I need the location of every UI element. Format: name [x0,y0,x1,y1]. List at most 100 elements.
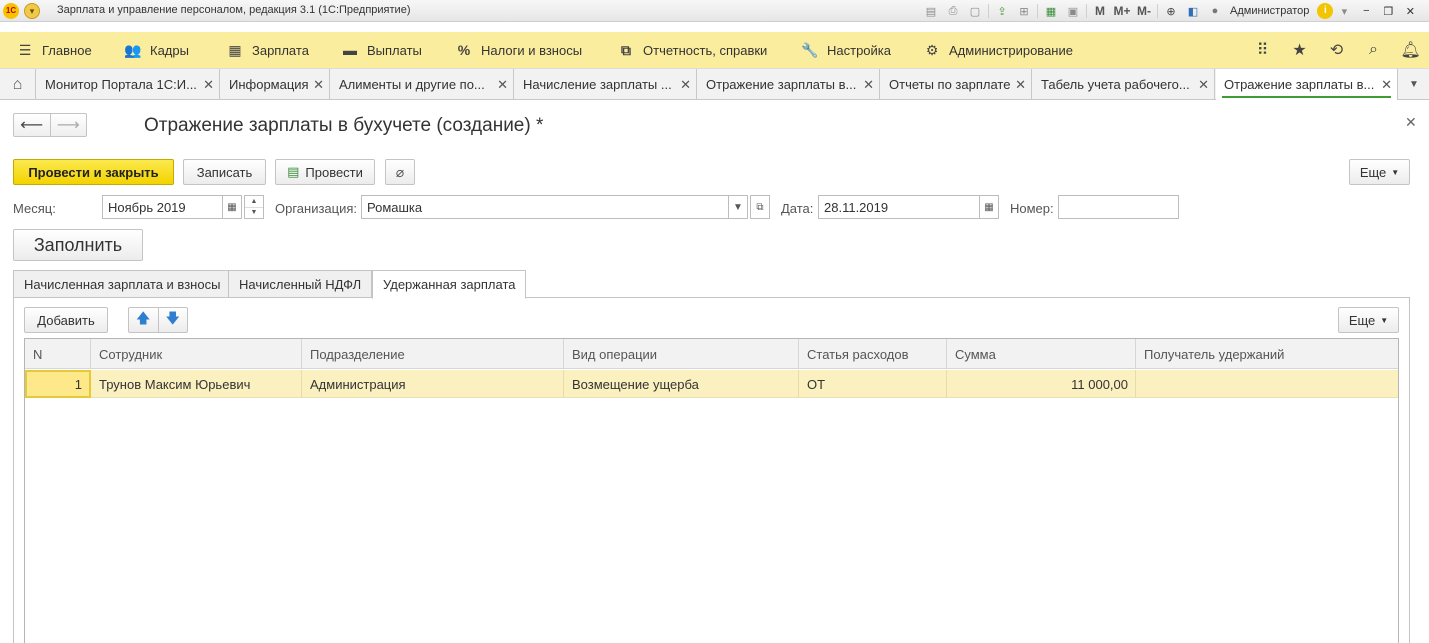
tab-accrued-ndfl[interactable]: Начисленный НДФЛ [228,270,373,298]
open-tab[interactable]: Информация ✕ [221,69,330,100]
table-more-button[interactable]: Еще ▼ [1338,307,1399,333]
menu-icon: ☰ [18,41,32,58]
open-tab[interactable]: Алименты и другие по... ✕ [331,69,514,100]
history-icon[interactable]: ⟲ [1318,40,1355,60]
open-tab[interactable]: Табель учета рабочего... ✕ [1033,69,1215,100]
cell-employee[interactable]: Трунов Максим Юрьевич [91,370,302,398]
cell-recipient[interactable] [1136,370,1398,398]
link-icon[interactable]: ⊞ [1013,2,1035,20]
save-icon[interactable]: ▤ [920,2,942,20]
open-tab[interactable]: Отчеты по зарплате ✕ [881,69,1032,100]
fill-button[interactable]: Заполнить [13,229,143,261]
section-payments[interactable]: ▬ Выплаты [341,32,422,68]
spin-up-icon[interactable]: ▲ [245,196,263,207]
save-button[interactable]: Записать [183,159,266,185]
section-settings[interactable]: 🔧 Настройка [801,32,891,68]
cell-department[interactable]: Администрация [302,370,564,398]
current-user[interactable]: Администратор [1230,5,1309,17]
section-label: Настройка [827,42,891,58]
column-header-amount[interactable]: Сумма [947,339,1136,369]
page-title: Отражение зарплаты в бухучете (создание)… [144,115,544,136]
table-row[interactable]: 1 Трунов Максим Юрьевич Администрация Во… [25,370,1398,398]
close-icon[interactable]: ✕ [680,77,691,93]
section-reports[interactable]: ⧉ Отчетность, справки [617,32,767,68]
move-down-icon[interactable]: 🡇 [157,308,188,332]
number-field[interactable] [1058,195,1179,219]
notifications-bell-icon[interactable]: 🔔︎ [1392,40,1429,60]
section-label: Администрирование [949,42,1073,58]
organization-field[interactable]: Ромашка [361,195,729,219]
calendar-icon[interactable]: ▦ [979,195,999,219]
search-icon[interactable]: ⌕ [1355,41,1392,59]
add-button[interactable]: Добавить [24,307,108,333]
info-icon[interactable]: i [1317,3,1334,19]
section-admin[interactable]: ⚙ Администрирование [923,32,1073,68]
main-menu-icon[interactable]: ▾ [24,3,40,19]
divider [1086,4,1087,18]
favorites-star-icon[interactable]: ★ [1281,40,1318,60]
close-icon[interactable]: ✕ [497,77,508,93]
chevron-down-icon[interactable]: ▾ [1333,2,1355,20]
move-up-icon[interactable]: 🡅 [129,308,158,332]
attachment-button[interactable]: ⌀ [385,159,415,185]
column-header-operation[interactable]: Вид операции [564,339,799,369]
close-icon[interactable]: ✕ [203,77,214,93]
form-close-icon[interactable]: ✕ [1405,114,1417,131]
open-item-icon[interactable]: ⧉ [750,195,770,219]
cell-amount[interactable]: 11 000,00 [947,370,1136,398]
column-header-expense[interactable]: Статья расходов [799,339,947,369]
post-and-close-button[interactable]: Провести и закрыть [13,159,174,185]
cell-n[interactable]: 1 [25,370,91,398]
section-salary[interactable]: ▦ Зарплата [226,32,309,68]
calendar-icon[interactable]: ▦ [222,195,242,219]
print-icon[interactable]: ⎙ [942,2,964,20]
panels-icon[interactable]: ◧ [1182,2,1204,20]
back-arrow-icon[interactable]: ⟵ [14,114,50,136]
open-tab[interactable]: Отражение зарплаты в... ✕ [698,69,880,100]
chevron-down-icon: ▼ [1391,167,1400,177]
close-icon[interactable]: ✕ [1015,77,1026,93]
close-icon[interactable]: ✕ [863,77,874,93]
apps-grid-icon[interactable]: ⠿ [1244,40,1281,60]
spin-down-icon[interactable]: ▼ [245,206,263,219]
more-button[interactable]: Еще ▼ [1349,159,1410,185]
close-icon[interactable]: ✕ [1399,2,1421,20]
memory-m-button[interactable]: M [1089,2,1111,20]
tab-withheld-salary[interactable]: Удержанная зарплата [372,270,527,299]
preview-icon[interactable]: ▢ [964,2,986,20]
memory-mplus-button[interactable]: M+ [1111,2,1133,20]
column-header-n[interactable]: N [25,339,91,369]
tab-accrued-salary[interactable]: Начисленная зарплата и взносы [13,270,232,298]
forward-arrow-icon[interactable]: ⟶ [49,114,87,136]
post-button[interactable]: ▤ Провести [275,159,375,185]
upload-icon[interactable]: ⇪ [991,2,1013,20]
open-tab[interactable]: Монитор Портала 1С:И... ✕ [37,69,220,100]
section-main[interactable]: ☰ Главное [16,32,92,68]
cell-expense[interactable]: ОТ [799,370,947,398]
home-icon[interactable]: ⌂ [0,69,36,100]
dropdown-arrow-icon[interactable]: ▼ [728,195,748,219]
column-header-recipient[interactable]: Получатель удержаний [1136,339,1398,369]
minimize-icon[interactable]: − [1355,2,1377,20]
close-icon[interactable]: ✕ [313,77,324,93]
close-icon[interactable]: ✕ [1381,77,1392,93]
tabs-dropdown-icon[interactable]: ▼ [1399,69,1429,100]
open-tab-label: Табель учета рабочего... [1041,77,1190,92]
restore-icon[interactable]: ❐ [1377,2,1399,20]
memory-mminus-button[interactable]: M- [1133,2,1155,20]
month-spinner[interactable]: ▲ ▼ [244,195,264,219]
column-header-department[interactable]: Подразделение [302,339,564,369]
close-icon[interactable]: ✕ [1198,77,1209,93]
column-header-employee[interactable]: Сотрудник [91,339,302,369]
cell-operation[interactable]: Возмещение ущерба [564,370,799,398]
month-field[interactable]: Ноябрь 2019 [102,195,223,219]
calculator-icon[interactable]: ▦ [1040,2,1062,20]
open-tab-label: Информация [229,77,309,92]
open-tab-active[interactable]: Отражение зарплаты в... ✕ [1216,69,1398,100]
section-taxes[interactable]: % Налоги и взносы [455,32,582,68]
section-hr[interactable]: 👥 Кадры [124,32,189,68]
calendar-icon[interactable]: ▣ [1062,2,1084,20]
zoom-icon[interactable]: ⊕ [1160,2,1182,20]
date-field[interactable]: 28.11.2019 [818,195,980,219]
open-tab[interactable]: Начисление зарплаты ... ✕ [515,69,697,100]
